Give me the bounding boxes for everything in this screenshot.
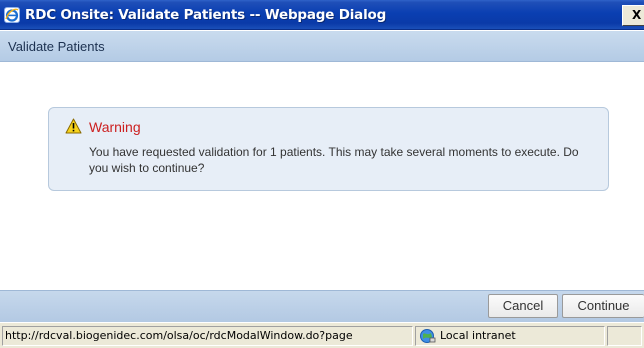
continue-button[interactable]: Continue xyxy=(562,294,644,318)
cancel-button[interactable]: Cancel xyxy=(488,294,558,318)
local-intranet-icon xyxy=(419,328,436,344)
dialog-footer: Cancel Continue xyxy=(0,290,644,322)
close-button[interactable]: X xyxy=(622,5,644,26)
warning-title: Warning xyxy=(89,119,141,135)
window-title: RDC Onsite: Validate Patients -- Webpage… xyxy=(25,7,387,23)
status-url: http://rdcval.biogenidec.com/olsa/oc/rdc… xyxy=(2,326,413,346)
warning-message: You have requested validation for 1 pati… xyxy=(89,145,579,175)
security-zone[interactable]: Local intranet xyxy=(415,326,605,346)
dialog-header: Validate Patients xyxy=(0,31,644,62)
status-panel xyxy=(607,326,642,346)
warning-box: Warning You have requested validation fo… xyxy=(48,107,609,191)
zone-label: Local intranet xyxy=(440,329,516,342)
window-titlebar[interactable]: RDC Onsite: Validate Patients -- Webpage… xyxy=(0,0,644,30)
ie-icon xyxy=(4,7,20,23)
warning-icon xyxy=(65,118,82,134)
dialog-title: Validate Patients xyxy=(8,39,105,54)
status-bar: http://rdcval.biogenidec.com/olsa/oc/rdc… xyxy=(0,322,644,348)
dialog-content: Warning You have requested validation fo… xyxy=(0,62,644,290)
